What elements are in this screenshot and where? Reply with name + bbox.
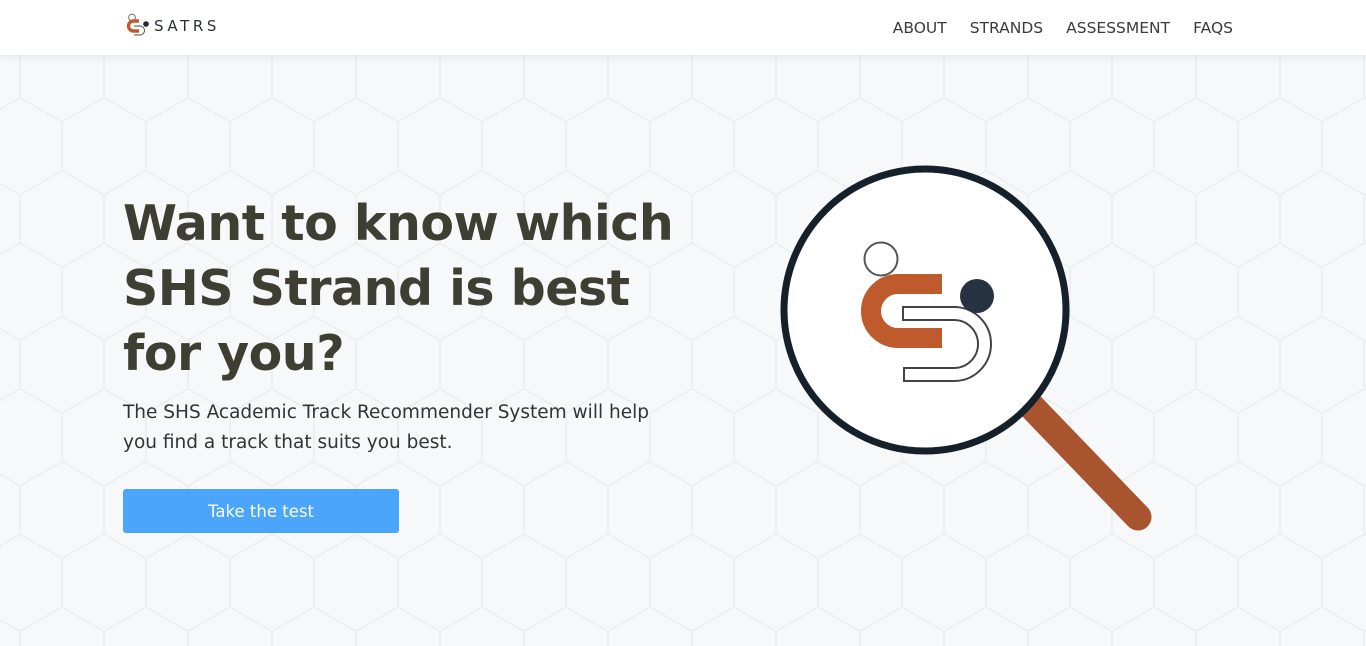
satrs-logo-icon (126, 13, 149, 36)
brand[interactable]: SATRS (126, 10, 220, 42)
main-nav: ABOUT STRANDS ASSESSMENT FAQS (893, 0, 1233, 55)
nav-assessment-link[interactable]: ASSESSMENT (1066, 19, 1170, 37)
hero-section: Want to know which SHS Strand is best fo… (0, 55, 1366, 646)
take-the-test-button[interactable]: Take the test (123, 489, 399, 533)
nav-strands-link[interactable]: STRANDS (970, 19, 1043, 37)
hero-subtext: The SHS Academic Track Recommender Syste… (123, 402, 649, 453)
nav-about-link[interactable]: ABOUT (893, 19, 947, 37)
magnifying-glass-logo-icon (780, 165, 1152, 531)
navbar: SATRS ABOUT STRANDS ASSESSMENT FAQS (0, 0, 1366, 55)
nav-faqs-link[interactable]: FAQS (1193, 19, 1233, 37)
brand-name: SATRS (154, 17, 221, 35)
hero-headline: Want to know which SHS Strand is best fo… (123, 195, 674, 382)
